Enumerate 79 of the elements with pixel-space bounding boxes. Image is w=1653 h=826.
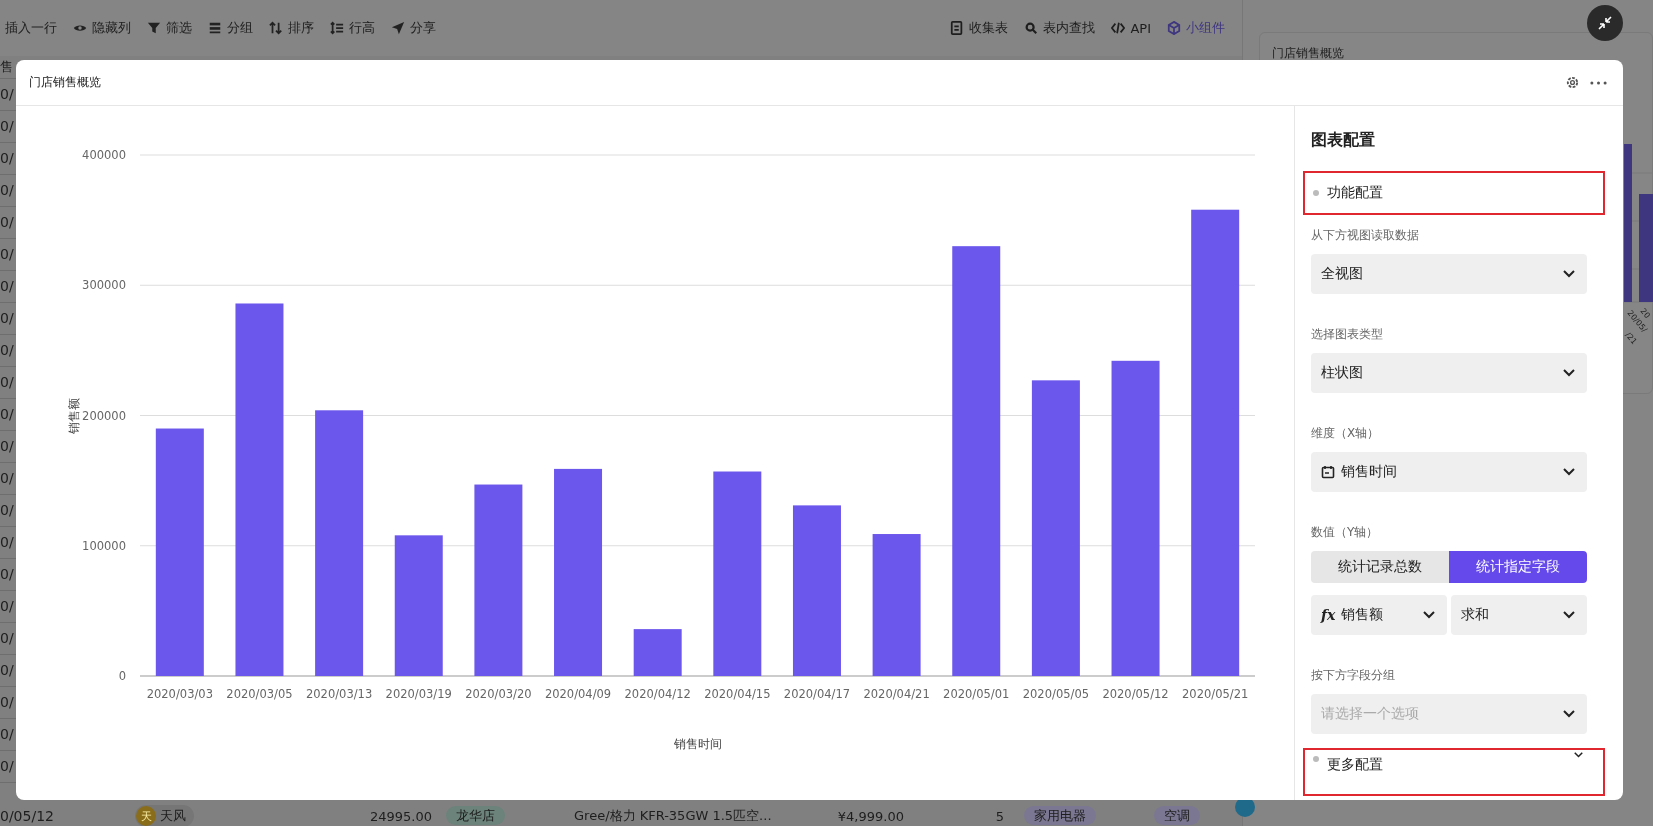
axis-tick-label: 100000 [82,538,126,553]
toolbar-button[interactable]: 筛选 [142,15,197,41]
chevron-down-icon [1574,752,1583,758]
axis-title: 销售时间 [673,737,722,751]
cube-icon [1167,21,1181,35]
axis-tick-label: 200000 [82,408,126,423]
code-icon [1111,21,1126,35]
chevron-down-icon [1563,468,1575,476]
field-label: 从下方视图读取数据 [1311,227,1420,244]
axis-tick-label: 2020/05/12 [1102,687,1169,701]
select-field[interactable]: fx 销售额 [1311,595,1447,635]
select-field[interactable]: 销售时间 [1311,452,1587,492]
select-field[interactable]: 柱状图 [1311,353,1587,393]
field-label: 维度（X轴） [1311,425,1381,442]
field-label: 按下方字段分组 [1311,667,1396,684]
toolbar-button[interactable]: 收集表 [945,15,1014,41]
collapse-icon [1597,15,1613,31]
toolbar-button[interactable]: 小组件 [1162,15,1230,41]
list-icon [208,21,222,35]
filter-icon [147,21,161,35]
table-cell-text: 0/05/12 [0,808,55,824]
table-cell-text: ¥4,999.00 [836,808,904,824]
calendar-icon [1321,465,1335,479]
chevron-down-icon [1423,611,1435,619]
axis-tick-label: 2020/04/17 [783,687,851,701]
toolbar-button[interactable]: 分享 [386,15,441,41]
paper-plane-icon [391,21,405,35]
field-label: 数值（Y轴） [1311,524,1380,541]
select-field[interactable]: 全视图 [1311,254,1587,294]
axis-tick-label: 2020/05/05 [1022,687,1090,701]
axis-tick-label: 400000 [82,148,126,162]
axis-tick-label: 2020/04/09 [544,687,612,701]
chevron-down-icon [1563,611,1575,619]
user-name: 天风 [160,807,186,825]
table-cell-text: 24995.00 [368,808,432,824]
form-icon [950,21,965,35]
bullet-icon [1313,756,1319,762]
axis-tick-label: 2020/05/01 [943,687,1010,701]
axis-tick-label: 0 [118,669,126,683]
more-icon[interactable] [1590,80,1607,85]
axis-tick-label: 2020/04/21 [863,687,930,701]
widget-title: 门店销售概览 [1271,45,1344,62]
axis-tick-label: 2020/03/19 [385,687,452,701]
toolbar-button[interactable]: 分组 [203,15,258,41]
category-tag: 家用电器 [1024,806,1096,825]
panel-title: 图表配置 [1311,130,1376,151]
segment-tab[interactable]: 统计记录总数 [1311,551,1449,583]
settings-icon[interactable] [1565,75,1580,90]
section-header[interactable]: 功能配置 [1303,171,1605,215]
axis-tick-label: 2020/03/13 [305,687,373,701]
axis-tick-label: 2020/04/15 [704,687,771,701]
toolbar-button[interactable]: API [1106,16,1156,40]
store-tag: 龙华店 [446,806,505,825]
toolbar-button[interactable]: 排序 [264,15,319,41]
avatar: 天 [136,806,156,826]
chevron-down-icon [1563,270,1575,278]
search-icon [1024,21,1039,35]
table-cell-text: Gree/格力 KFR-35GW 1.5匹空... [573,807,773,825]
sort-icon [269,21,283,35]
axis-tick-label: 2020/03/20 [465,687,532,701]
segment-tab[interactable]: 统计指定字段 [1449,551,1587,583]
axis-tick-label: 2020/03/05 [226,687,293,701]
category-tag: 空调 [1154,806,1200,825]
select-field[interactable]: 求和 [1451,595,1587,635]
field-label: 选择图表类型 [1311,326,1384,343]
toolbar-button[interactable]: 隐藏列 [68,15,136,41]
axis-title: 销售额 [67,397,81,434]
chevron-down-icon [1563,369,1575,377]
section-header[interactable]: 更多配置 [1303,748,1605,796]
toolbar-button[interactable]: 行高 [325,15,380,41]
axis-tick-label: 2020/04/12 [624,687,691,701]
bullet-icon [1313,190,1319,196]
axis-tick-label: 300000 [82,278,126,293]
axis-tick-label: 2020/03/03 [146,687,213,701]
table-cell-text: 5 [994,808,1004,824]
row-height-icon [330,21,344,35]
bar [633,629,682,676]
toolbar-button[interactable]: 表内查找 [1019,15,1101,41]
chevron-down-icon [1563,710,1575,718]
